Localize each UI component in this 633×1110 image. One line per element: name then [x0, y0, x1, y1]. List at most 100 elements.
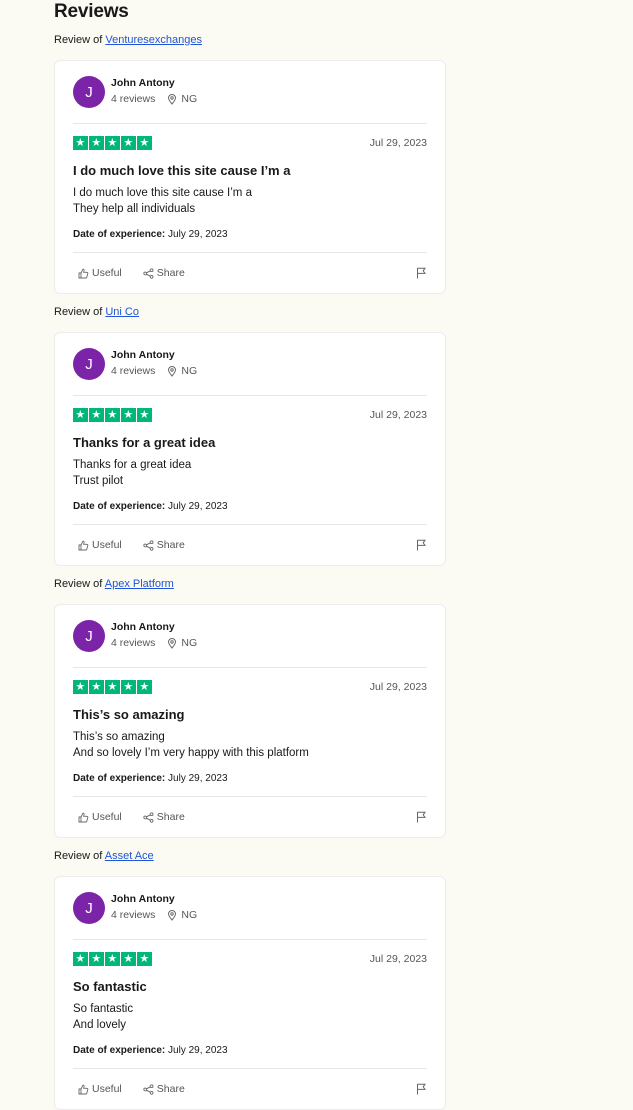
experience-date: July 29, 2023	[168, 1045, 228, 1056]
location-pin-icon	[167, 909, 177, 921]
review-body-line: This’s so amazing	[73, 731, 165, 743]
consumer-name[interactable]: John Antony	[111, 620, 197, 634]
experience-date: July 29, 2023	[168, 229, 228, 240]
experience-label: Date of experience:	[73, 229, 166, 240]
flag-icon[interactable]	[416, 811, 427, 823]
consumer-info[interactable]: J John Antony 4 reviews NG	[73, 61, 427, 124]
review-title[interactable]: Thanks for a great idea	[73, 435, 427, 451]
review-of-label: Review of	[54, 850, 103, 862]
flag-icon[interactable]	[416, 267, 427, 279]
consumer-info[interactable]: J John Antony 4 reviews NG	[73, 877, 427, 940]
thumbs-up-icon	[78, 1084, 92, 1095]
star-icon: ★	[121, 679, 136, 695]
review-of-label: Review of	[54, 578, 103, 590]
share-label: Share	[156, 539, 185, 551]
review-actions: Useful Share	[73, 252, 427, 293]
useful-button[interactable]: Useful	[73, 1083, 122, 1095]
star-icon: ★	[137, 135, 152, 151]
page-title: Reviews	[54, 1, 129, 22]
review-body-line: Trust pilot	[73, 475, 124, 487]
review-actions: Useful Share	[73, 796, 427, 837]
star-icon: ★	[121, 407, 136, 423]
share-button[interactable]: Share	[138, 811, 185, 823]
date-of-experience: Date of experience: July 29, 2023	[73, 1044, 427, 1058]
review-body: I do much love this site cause I’m a They…	[73, 185, 427, 217]
review-date: Jul 29, 2023	[369, 681, 427, 693]
star-icon: ★	[137, 407, 152, 423]
share-icon	[143, 267, 157, 279]
date-of-experience: Date of experience: July 29, 2023	[73, 228, 427, 242]
star-icon: ★	[105, 135, 120, 151]
share-label: Share	[156, 811, 185, 823]
review-title[interactable]: I do much love this site cause I’m a	[73, 163, 427, 179]
consumer-info[interactable]: J John Antony 4 reviews NG	[73, 605, 427, 668]
star-rating: ★ ★ ★ ★ ★	[73, 679, 152, 695]
location-pin-icon	[167, 637, 177, 649]
review-of-label: Review of	[54, 34, 103, 46]
review-actions: Useful Share	[73, 524, 427, 565]
date-of-experience: Date of experience: July 29, 2023	[73, 772, 427, 786]
company-link[interactable]: Apex Platform	[105, 578, 174, 590]
review-block: Review of Venturesexchanges J John Anton…	[54, 32, 446, 294]
flag-icon[interactable]	[416, 1083, 427, 1095]
thumbs-up-icon	[78, 268, 92, 279]
share-icon	[143, 811, 157, 823]
experience-date: July 29, 2023	[168, 501, 228, 512]
flag-icon[interactable]	[416, 539, 427, 551]
review-of-line: Review of Uni Co	[54, 304, 446, 320]
star-icon: ★	[105, 679, 120, 695]
useful-button[interactable]: Useful	[73, 811, 122, 823]
share-label: Share	[156, 267, 185, 279]
review-body-line: Thanks for a great idea	[73, 459, 192, 471]
review-of-line: Review of Venturesexchanges	[54, 32, 446, 48]
consumer-name[interactable]: John Antony	[111, 892, 197, 906]
share-icon	[143, 1083, 157, 1095]
experience-label: Date of experience:	[73, 1045, 166, 1056]
consumer-name[interactable]: John Antony	[111, 348, 197, 362]
reviews-count: 4 reviews	[111, 909, 156, 921]
avatar[interactable]: J	[73, 348, 105, 380]
review-of-line: Review of Apex Platform	[54, 576, 446, 592]
experience-label: Date of experience:	[73, 773, 166, 784]
consumer-info[interactable]: J John Antony 4 reviews NG	[73, 333, 427, 396]
star-rating: ★ ★ ★ ★ ★	[73, 951, 152, 967]
useful-button[interactable]: Useful	[73, 539, 122, 551]
review-title[interactable]: So fantastic	[73, 979, 427, 995]
company-link[interactable]: Uni Co	[105, 306, 139, 318]
reviews-count: 4 reviews	[111, 93, 156, 105]
share-button[interactable]: Share	[138, 267, 185, 279]
share-button[interactable]: Share	[138, 1083, 185, 1095]
star-icon: ★	[121, 951, 136, 967]
review-of-label: Review of	[54, 306, 103, 318]
company-link[interactable]: Asset Ace	[105, 850, 154, 862]
useful-label: Useful	[92, 539, 122, 551]
country-code: NG	[181, 93, 198, 105]
review-body: So fantastic And lovely	[73, 1001, 427, 1033]
avatar[interactable]: J	[73, 620, 105, 652]
star-rating: ★ ★ ★ ★ ★	[73, 407, 152, 423]
review-date: Jul 29, 2023	[369, 409, 427, 421]
share-icon	[143, 539, 157, 551]
review-card: J John Antony 4 reviews NG ★ ★ ★ ★ ★ Jul 29,…	[54, 876, 446, 1110]
avatar[interactable]: J	[73, 76, 105, 108]
review-body-line: And so lovely I’m very happy with this p…	[73, 747, 309, 759]
country-code: NG	[181, 909, 198, 921]
star-icon: ★	[73, 407, 88, 423]
star-icon: ★	[73, 679, 88, 695]
useful-button[interactable]: Useful	[73, 267, 122, 279]
avatar[interactable]: J	[73, 892, 105, 924]
share-button[interactable]: Share	[138, 539, 185, 551]
star-icon: ★	[89, 135, 104, 151]
company-link[interactable]: Venturesexchanges	[105, 34, 202, 46]
review-title[interactable]: This’s so amazing	[73, 707, 427, 723]
useful-label: Useful	[92, 811, 122, 823]
star-icon: ★	[89, 407, 104, 423]
consumer-name[interactable]: John Antony	[111, 76, 197, 90]
location-pin-icon	[167, 365, 177, 377]
review-card: J John Antony 4 reviews NG ★ ★ ★ ★ ★ Jul 29,…	[54, 332, 446, 566]
review-card: J John Antony 4 reviews NG ★ ★ ★ ★ ★ Jul 29,…	[54, 60, 446, 294]
review-body-line: I do much love this site cause I’m a	[73, 187, 252, 199]
star-icon: ★	[137, 951, 152, 967]
review-block: Review of Uni Co J John Antony 4 reviews…	[54, 304, 446, 566]
star-icon: ★	[73, 135, 88, 151]
